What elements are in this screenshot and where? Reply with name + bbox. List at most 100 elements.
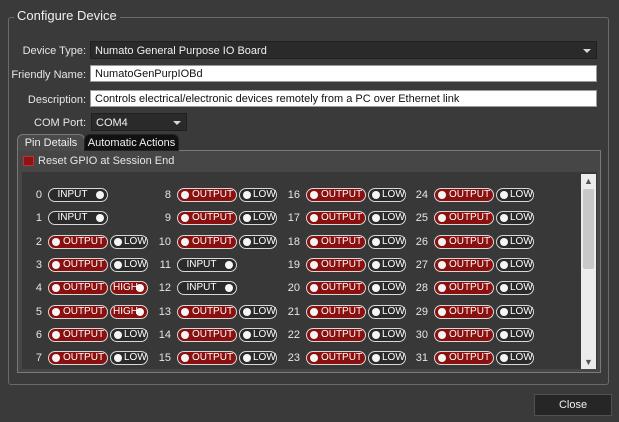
pin-direction-toggle[interactable]: INPUT [48,211,108,225]
toggle-knob [372,238,380,246]
pin-direction-toggle[interactable]: OUTPUT [306,211,366,225]
close-button[interactable]: Close [534,394,612,416]
pin-direction-toggle[interactable]: OUTPUT [434,258,494,272]
toggle-knob [114,261,122,269]
pin-direction-toggle[interactable]: OUTPUT [434,351,494,365]
pin-state-toggle[interactable]: LOW [368,328,406,342]
pin-number: 20 [287,282,300,294]
com-port-combo[interactable]: COM4 [91,113,187,131]
scrollbar-thumb[interactable] [583,189,594,269]
pin-state-toggle[interactable]: LOW [368,235,406,249]
pin-state-toggle[interactable]: LOW [368,188,406,202]
toggle-knob [114,354,122,362]
pin-direction-toggle[interactable]: OUTPUT [177,305,237,319]
pin-direction-toggle[interactable]: OUTPUT [434,188,494,202]
pin-state-toggle[interactable]: LOW [496,305,534,319]
pin-direction-toggle[interactable]: OUTPUT [48,305,108,319]
pin-state-toggle[interactable]: LOW [496,211,534,225]
device-type-value: Numato General Purpose IO Board [95,45,267,57]
pin-state-toggle[interactable]: HIGH [110,281,148,295]
pin-state-toggle[interactable]: LOW [239,351,277,365]
pin-number: 17 [287,212,300,224]
toggle-knob [500,261,508,269]
pin-state-toggle[interactable]: LOW [110,328,148,342]
pin-direction-toggle[interactable]: OUTPUT [306,235,366,249]
pin-direction-toggle[interactable]: OUTPUT [48,351,108,365]
pin-state-toggle[interactable]: LOW [368,351,406,365]
toggle-knob [96,191,104,199]
pin-direction-toggle[interactable]: INPUT [177,281,237,295]
pin-direction-toggle[interactable]: OUTPUT [48,258,108,272]
pin-direction-toggle[interactable]: OUTPUT [434,235,494,249]
pin-direction-toggle[interactable]: OUTPUT [48,235,108,249]
pin-state-toggle[interactable]: LOW [239,305,277,319]
pin-number: 25 [415,212,428,224]
pin-state-toggle[interactable]: LOW [496,235,534,249]
pin-direction-toggle[interactable]: OUTPUT [434,328,494,342]
toggle-knob [114,331,122,339]
pin-direction-label: OUTPUT [448,259,491,270]
pin-direction-toggle[interactable]: OUTPUT [177,328,237,342]
pin-number: 16 [287,189,300,201]
toggle-knob [114,238,122,246]
pin-direction-toggle[interactable]: OUTPUT [306,188,366,202]
pin-state-toggle[interactable]: LOW [368,211,406,225]
pin-direction-toggle[interactable]: OUTPUT [177,188,237,202]
pin-state-toggle[interactable]: LOW [239,235,277,249]
pin-state-toggle[interactable]: LOW [496,281,534,295]
pin-state-toggle[interactable]: HIGH [110,305,148,319]
pin-state-toggle[interactable]: LOW [496,188,534,202]
pin-direction-toggle[interactable]: OUTPUT [177,351,237,365]
chevron-up-icon[interactable]: ▲ [581,174,596,188]
pin-state-toggle[interactable]: LOW [239,188,277,202]
pin-state-toggle[interactable]: LOW [368,281,406,295]
pin-state-toggle[interactable]: LOW [368,258,406,272]
pin-direction-toggle[interactable]: OUTPUT [306,258,366,272]
reset-gpio-checkbox[interactable] [23,156,34,166]
pin-state-label: LOW [253,212,276,223]
pin-state-toggle[interactable]: LOW [239,211,277,225]
pin-direction-toggle[interactable]: OUTPUT [306,328,366,342]
tab-automatic-actions[interactable]: Automatic Actions [84,134,179,151]
pin-direction-toggle[interactable]: OUTPUT [434,281,494,295]
pin-direction-toggle[interactable]: OUTPUT [48,328,108,342]
device-type-combo[interactable]: Numato General Purpose IO Board [90,41,597,59]
pin-direction-toggle[interactable]: OUTPUT [434,305,494,319]
pin-direction-toggle[interactable]: OUTPUT [306,281,366,295]
pin-state-toggle[interactable]: LOW [110,258,148,272]
toggle-knob [500,308,508,316]
pin-number: 7 [35,352,42,364]
pin-state-label: LOW [253,329,276,340]
pin-state-toggle[interactable]: LOW [239,328,277,342]
pin-number: 27 [415,259,428,271]
pin-state-label: LOW [253,189,276,200]
tab-pin-details[interactable]: Pin Details [17,134,85,151]
pin-number: 26 [415,236,428,248]
pin-number: 5 [35,306,42,318]
pin-direction-toggle[interactable]: INPUT [48,188,108,202]
pin-state-toggle[interactable]: LOW [110,235,148,249]
pin-direction-toggle[interactable]: OUTPUT [306,351,366,365]
pin-state-toggle[interactable]: LOW [496,328,534,342]
description-field[interactable]: Controls electrical/electronic devices r… [90,90,597,107]
friendly-name-field[interactable]: NumatoGenPurpIOBd [90,65,597,82]
pin-direction-toggle[interactable]: OUTPUT [434,211,494,225]
pin-direction-toggle[interactable]: OUTPUT [48,281,108,295]
pin-direction-toggle[interactable]: OUTPUT [177,235,237,249]
pin-direction-toggle[interactable]: INPUT [177,258,237,272]
toggle-knob [243,354,251,362]
pin-direction-toggle[interactable]: OUTPUT [306,305,366,319]
pin-state-toggle[interactable]: LOW [496,258,534,272]
pin-number: 24 [415,189,428,201]
pin-state-toggle[interactable]: LOW [496,351,534,365]
pin-direction-toggle[interactable]: OUTPUT [177,211,237,225]
pin-state-toggle[interactable]: LOW [110,351,148,365]
pin-number: 0 [35,189,42,201]
pin-scrollbar[interactable]: ▲ ▼ [581,174,596,369]
pin-state-toggle[interactable]: LOW [368,305,406,319]
pin-number: 8 [164,189,171,201]
chevron-down-icon[interactable]: ▼ [581,355,596,369]
device-type-label: Device Type: [22,45,86,57]
group-title: Configure Device [14,8,120,23]
com-port-label: COM Port: [34,117,86,129]
